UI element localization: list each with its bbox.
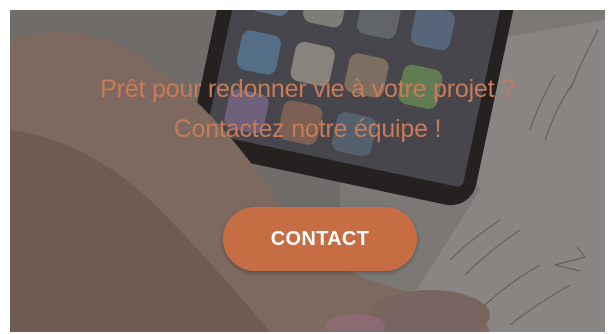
- headline-line-1: Prêt pour redonner vie à votre projet ?: [100, 75, 515, 103]
- headline-line-2: Contactez notre équipe !: [173, 115, 442, 143]
- dark-overlay: [10, 10, 605, 332]
- contact-banner: Prêt pour redonner vie à votre projet ? …: [10, 10, 605, 332]
- contact-button[interactable]: CONTACT: [223, 207, 417, 271]
